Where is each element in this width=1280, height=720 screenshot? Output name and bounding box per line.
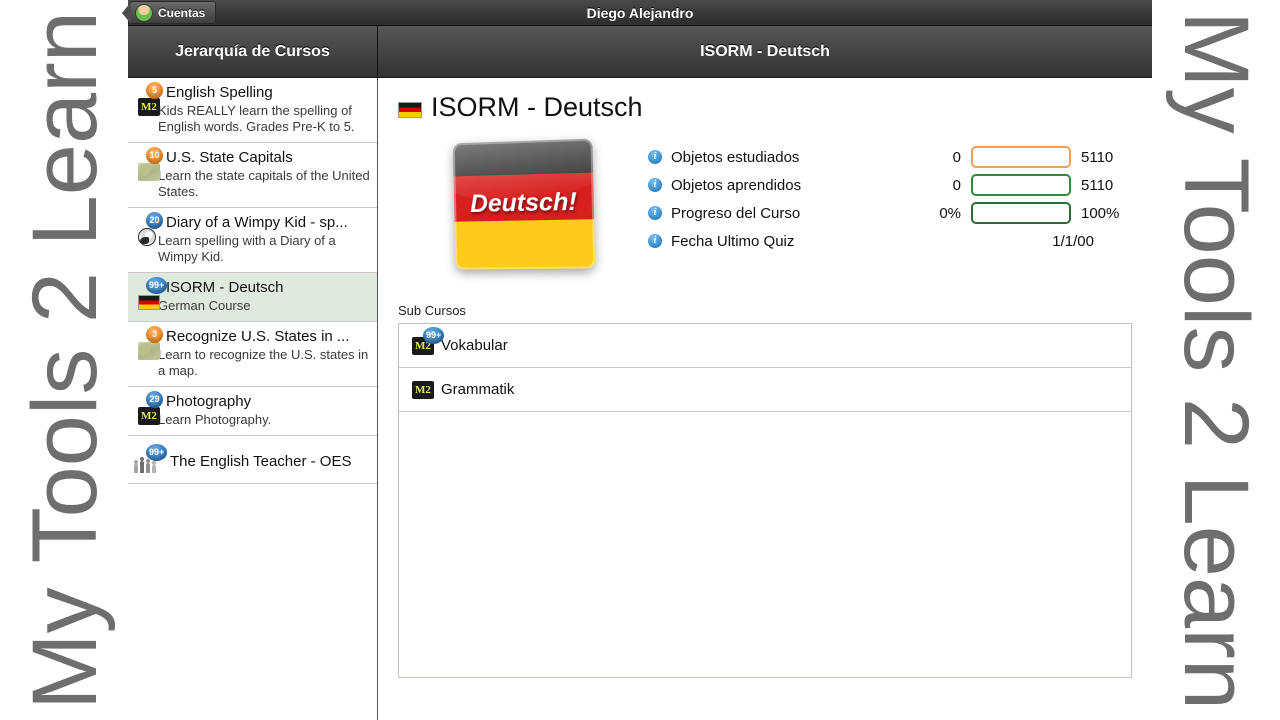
info-icon[interactable]: i <box>648 150 662 164</box>
sidebar-item-description: Kids REALLY learn the spelling of Englis… <box>158 103 355 134</box>
watermark-right: My Tools 2 Learn <box>1150 0 1280 720</box>
stat-label: Objetos estudiados <box>671 148 800 166</box>
content-header: ISORM - Deutsch <box>378 26 1152 78</box>
sub-courses-label: Sub Cursos <box>398 303 466 318</box>
progress-bar-progreso-del-curso <box>971 202 1071 224</box>
course-detail-panel: ISORM - Deutsch Deutsch! i Objetos estud… <box>378 78 1152 720</box>
item-badge: 3 <box>146 326 163 343</box>
course-image-box: Deutsch! <box>398 137 648 270</box>
application-window: My Tools 2 Learn My Tools 2 Learn Cuenta… <box>0 0 1280 720</box>
watermark-left: My Tools 2 Learn <box>0 0 130 720</box>
sub-course-title: Grammatik <box>441 381 515 398</box>
item-badge: 29 <box>146 391 163 408</box>
sidebar-item-title: Diary of a Wimpy Kid - sp... <box>166 214 348 231</box>
sidebar-item-description: Learn Photography. <box>158 412 272 427</box>
item-badge: 20 <box>146 212 163 229</box>
stat-row-objetos-estudiados: i Objetos estudiados 0 5110 <box>648 143 1132 171</box>
progress-bar-objetos-estudiados <box>971 146 1071 168</box>
sidebar-item-english-teacher-oes[interactable]: 99+ The English Teacher - OES <box>128 436 377 484</box>
sidebar-item-diary-wimpy-kid[interactable]: 20 Diary of a Wimpy Kid - sp... Learn sp… <box>128 208 377 273</box>
stat-min-value: 0 <box>952 148 961 166</box>
info-icon[interactable]: i <box>648 206 662 220</box>
course-stats: i Objetos estudiados 0 5110 i Objetos ap… <box>648 137 1132 269</box>
accounts-button-label: Cuentas <box>158 5 206 20</box>
sidebar-item-description: Learn to recognize the U.S. states in a … <box>158 347 369 378</box>
m2-icon: M2 <box>412 380 434 399</box>
sidebar-item-recognize-us-states[interactable]: 3 Recognize U.S. States in ... Learn to … <box>128 322 377 387</box>
stat-max-value: 100% <box>1081 204 1120 222</box>
icon-wrap: 99+ M2 <box>411 326 445 357</box>
stat-label: Objetos aprendidos <box>671 176 802 194</box>
user-name: Diego Alejandro <box>586 5 694 21</box>
sidebar-item-description: German Course <box>158 298 251 313</box>
sub-course-row-grammatik[interactable]: M2 Grammatik <box>399 368 1131 412</box>
item-badge: 10 <box>146 147 163 164</box>
m2-icon: M2 <box>138 98 160 116</box>
sidebar-item-title: English Spelling <box>166 84 273 101</box>
sidebar-item-us-state-capitals[interactable]: 10 U.S. State Capitals Learn the state c… <box>128 143 377 208</box>
sidebar-item-title: U.S. State Capitals <box>166 149 293 166</box>
icon-wrap: M2 <box>411 379 441 401</box>
info-icon[interactable]: i <box>648 178 662 192</box>
stat-row-progreso-del-curso: i Progreso del Curso 0% 100% <box>648 199 1132 227</box>
stat-min-value: 0% <box>939 204 961 222</box>
sidebar-item-title: ISORM - Deutsch <box>166 279 284 296</box>
sidebar-item-photography[interactable]: 29 M2 Photography Learn Photography. <box>128 387 377 436</box>
german-flag-image: Deutsch! <box>452 138 596 270</box>
body: 5 M2 English Spelling Kids REALLY learn … <box>128 78 1152 720</box>
progress-bar-objetos-aprendidos <box>971 174 1071 196</box>
sidebar-item-description: Learn the state capitals of the United S… <box>158 168 370 199</box>
watermark-right-text: My Tools 2 Learn <box>1164 10 1267 710</box>
stat-max-value: 5110 <box>1081 176 1114 194</box>
sidebar-item-english-spelling[interactable]: 5 M2 English Spelling Kids REALLY learn … <box>128 78 377 143</box>
stat-row-objetos-aprendidos: i Objetos aprendidos 0 5110 <box>648 171 1132 199</box>
course-title-row: ISORM - Deutsch <box>398 92 1132 123</box>
sub-courses-panel: 99+ M2 Vokabular M2 Grammatik <box>398 323 1132 678</box>
m2-icon: M2 <box>138 407 160 425</box>
course-image-label: Deutsch! <box>469 187 578 218</box>
panel-header-row: Jerarquía de Cursos ISORM - Deutsch <box>128 26 1152 78</box>
sidebar-header: Jerarquía de Cursos <box>128 26 378 78</box>
sidebar-item-title: The English Teacher - OES <box>170 453 352 470</box>
face-icon <box>138 228 156 246</box>
page-title: ISORM - Deutsch <box>431 92 643 122</box>
course-info-area: Deutsch! i Objetos estudiados 0 5110 i O… <box>398 137 1132 270</box>
map-icon <box>138 163 160 181</box>
item-badge: 99+ <box>146 444 168 461</box>
top-bar: Cuentas Diego Alejandro <box>121 0 1152 26</box>
stat-max-value: 5110 <box>1081 148 1114 166</box>
app-shell: Cuentas Diego Alejandro Jerarquía de Cur… <box>121 0 1152 720</box>
german-flag-icon <box>398 101 422 118</box>
sub-course-badge: 99+ <box>423 326 445 344</box>
stat-value: 1/1/00 <box>1052 232 1094 250</box>
sidebar-item-title: Photography <box>166 393 252 410</box>
stat-row-fecha-ultimo-quiz: i Fecha Ultimo Quiz 1/1/00 <box>648 227 1132 255</box>
german-flag-icon <box>138 295 160 310</box>
stat-label: Progreso del Curso <box>671 204 801 222</box>
sub-course-title: Vokabular <box>441 337 508 354</box>
watermark-left-text: My Tools 2 Learn <box>13 10 116 710</box>
item-badge: 5 <box>146 82 163 99</box>
avatar-icon <box>135 3 153 22</box>
sub-course-row-vokabular[interactable]: 99+ M2 Vokabular <box>399 324 1131 368</box>
stat-min-value: 0 <box>952 176 961 194</box>
stat-label: Fecha Ultimo Quiz <box>671 232 795 250</box>
icon-wrap: 20 <box>134 212 164 246</box>
info-icon[interactable]: i <box>648 234 662 248</box>
accounts-back-button[interactable]: Cuentas <box>121 1 217 24</box>
sidebar-item-description: Learn spelling with a Diary of a Wimpy K… <box>158 233 336 264</box>
sidebar-item-isorm-deutsch[interactable]: 99+ ISORM - Deutsch German Course <box>128 273 377 322</box>
map-icon <box>138 342 160 360</box>
sidebar-item-title: Recognize U.S. States in ... <box>166 328 350 345</box>
course-hierarchy-sidebar[interactable]: 5 M2 English Spelling Kids REALLY learn … <box>128 78 378 720</box>
icon-wrap: 99+ <box>134 444 168 473</box>
